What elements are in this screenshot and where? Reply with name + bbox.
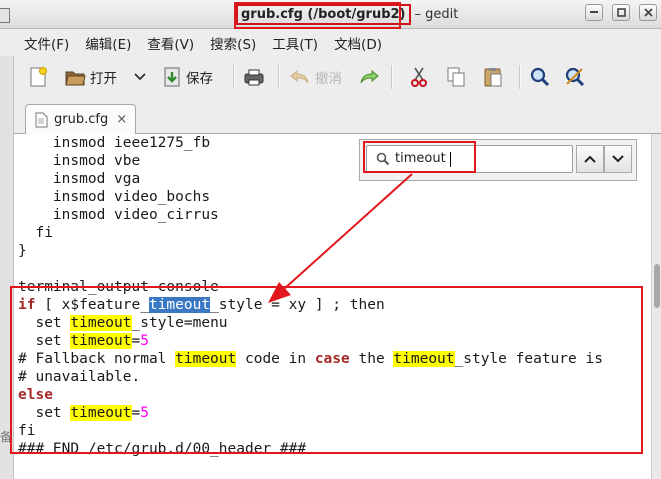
- code-token: fi: [18, 225, 53, 241]
- find-replace-icon: [565, 67, 585, 87]
- printer-icon: [244, 69, 264, 86]
- save-icon: [164, 67, 180, 87]
- annotation-code-box: [10, 286, 643, 454]
- code-line[interactable]: insmod video_bochs: [18, 188, 603, 206]
- magnifier-icon: [530, 67, 550, 87]
- code-token: insmod video_bochs: [18, 189, 211, 205]
- open-button[interactable]: 打开: [64, 63, 117, 91]
- print-button[interactable]: [243, 63, 265, 91]
- paste-icon: [484, 68, 502, 87]
- undo-button[interactable]: 撤消: [289, 63, 342, 91]
- undo-icon: [290, 69, 309, 84]
- stray-glyph: 备: [0, 430, 13, 444]
- menu-view[interactable]: 查看(V): [139, 33, 202, 53]
- save-button[interactable]: 保存: [162, 63, 213, 91]
- code-token: insmod video_cirrus: [18, 207, 219, 223]
- cut-button[interactable]: [410, 63, 428, 91]
- menu-file[interactable]: 文件(F): [0, 33, 77, 53]
- toolbar-separator: [391, 65, 393, 89]
- find-button[interactable]: [529, 63, 551, 91]
- toolbar-separator: [278, 65, 280, 89]
- new-document-icon: [30, 67, 47, 87]
- copy-button[interactable]: [446, 63, 466, 91]
- tab-strip: grub.cfg ×: [14, 100, 661, 134]
- minimize-button[interactable]: [585, 4, 603, 21]
- replace-button[interactable]: [564, 63, 586, 91]
- tab-grub-cfg[interactable]: grub.cfg ×: [25, 104, 136, 134]
- open-dropdown-button[interactable]: [134, 63, 146, 91]
- redo-button[interactable]: [358, 63, 380, 91]
- close-window-button[interactable]: [639, 4, 657, 21]
- document-icon: [35, 112, 48, 127]
- code-token: insmod vga: [18, 171, 141, 187]
- maximize-button[interactable]: [612, 4, 630, 21]
- toolbar: 打开 保存 撤消: [14, 57, 661, 97]
- chevron-up-icon: [584, 155, 596, 163]
- toolbar-separator: [233, 65, 235, 89]
- paste-button[interactable]: [483, 63, 503, 91]
- maximize-icon: [616, 8, 626, 17]
- find-next-button[interactable]: [604, 145, 632, 173]
- menu-tools[interactable]: 工具(T): [264, 33, 326, 53]
- menu-documents[interactable]: 文档(D): [326, 33, 390, 53]
- window-menu-icon[interactable]: [0, 8, 10, 23]
- code-token: insmod vbe: [18, 153, 141, 169]
- menu-edit[interactable]: 编辑(E): [77, 33, 139, 53]
- toolbar-separator: [519, 65, 521, 89]
- minimize-icon: [590, 11, 598, 13]
- code-token: insmod ieee1275_fb: [18, 135, 211, 151]
- window-title-app: – gedit: [414, 7, 459, 22]
- open-label: 打开: [90, 71, 117, 87]
- annotation-title-box: [234, 2, 401, 29]
- code-line[interactable]: }: [18, 242, 603, 260]
- new-button[interactable]: [28, 63, 48, 91]
- tab-label: grub.cfg: [54, 112, 109, 127]
- save-label: 保存: [186, 71, 213, 87]
- find-previous-button[interactable]: [576, 145, 604, 173]
- copy-icon: [447, 67, 465, 87]
- tab-close-icon[interactable]: ×: [116, 112, 127, 127]
- scrollbar-thumb[interactable]: [654, 264, 660, 308]
- code-line[interactable]: [18, 260, 603, 278]
- menu-bar: 文件(F) 编辑(E) 查看(V) 搜索(S) 工具(T) 文档(D): [0, 29, 661, 56]
- annotation-search-box: [363, 141, 476, 173]
- scissors-icon: [411, 67, 427, 87]
- close-icon: [643, 8, 653, 17]
- code-line[interactable]: insmod video_cirrus: [18, 206, 603, 224]
- open-folder-icon: [65, 71, 86, 86]
- chevron-down-icon: [612, 155, 624, 163]
- redo-icon: [360, 69, 379, 84]
- menu-search[interactable]: 搜索(S): [202, 33, 264, 53]
- code-line[interactable]: fi: [18, 224, 603, 242]
- code-token: }: [18, 243, 27, 259]
- chevron-down-icon: [134, 73, 146, 81]
- undo-label: 撤消: [315, 71, 342, 87]
